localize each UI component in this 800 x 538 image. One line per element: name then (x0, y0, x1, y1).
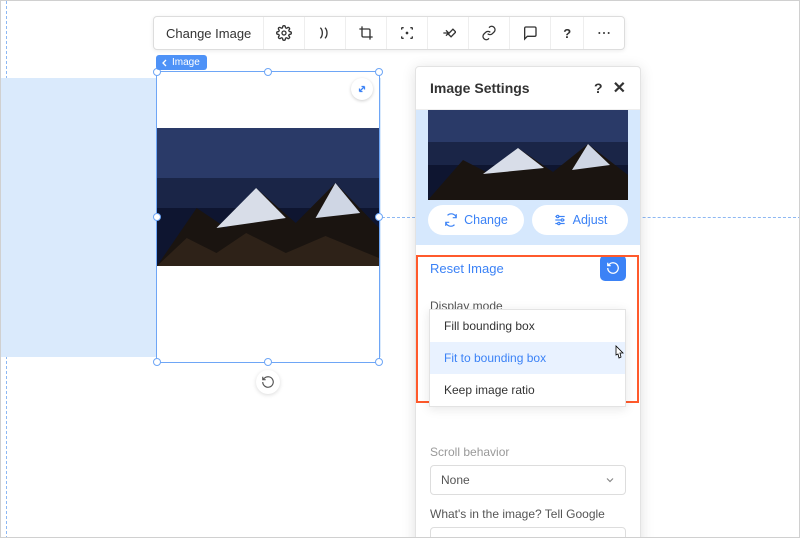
scroll-behavior-label: Scroll behavior (430, 445, 626, 459)
more-icon[interactable] (584, 17, 624, 49)
scroll-behavior-section: Scroll behavior None (416, 445, 640, 499)
chevron-down-icon (605, 475, 615, 485)
settings-icon[interactable] (264, 17, 305, 49)
adjust-button[interactable]: Adjust (532, 205, 628, 235)
alt-text-section: What's in the image? Tell Google (416, 499, 640, 538)
reset-image-link[interactable]: Reset Image (430, 261, 504, 276)
resize-handle[interactable] (153, 358, 161, 366)
image-content (157, 128, 379, 266)
image-toolbar: Change Image ? (153, 16, 625, 50)
link-icon[interactable] (469, 17, 510, 49)
option-fit-to-bounding-box[interactable]: Fit to bounding box (430, 342, 625, 374)
image-preview (416, 110, 640, 200)
resize-handle[interactable] (375, 213, 383, 221)
image-settings-panel: Image Settings ? ✕ Change Adjust Reset I… (415, 66, 641, 538)
display-mode-dropdown: Fill bounding box Fit to bounding box Ke… (429, 309, 626, 407)
close-icon[interactable]: ✕ (613, 78, 626, 98)
change-image-button[interactable]: Change Image (154, 17, 264, 49)
tag-label: Image (172, 57, 200, 68)
reset-button[interactable] (600, 255, 626, 281)
panel-help-icon[interactable]: ? (594, 80, 603, 96)
change-image-label: Change Image (166, 26, 251, 41)
change-label: Change (464, 213, 508, 227)
panel-title: Image Settings (430, 80, 530, 96)
expand-icon[interactable] (351, 78, 373, 100)
resize-handle[interactable] (264, 68, 272, 76)
scroll-behavior-select[interactable]: None (430, 465, 626, 495)
preview-actions: Change Adjust (416, 200, 640, 245)
resize-handle[interactable] (153, 213, 161, 221)
option-keep-image-ratio[interactable]: Keep image ratio (430, 374, 625, 406)
help-icon[interactable]: ? (551, 17, 584, 49)
undo-button[interactable] (256, 370, 280, 394)
chevron-left-icon (161, 59, 169, 67)
crop-icon[interactable] (346, 17, 387, 49)
resize-handle[interactable] (375, 358, 383, 366)
animation-icon[interactable] (428, 17, 469, 49)
pointer-cursor-icon (611, 345, 627, 363)
image-element[interactable] (156, 71, 380, 363)
option-fill-bounding-box[interactable]: Fill bounding box (430, 310, 625, 342)
adjust-label: Adjust (573, 213, 608, 227)
resize-handle[interactable] (264, 358, 272, 366)
change-button[interactable]: Change (428, 205, 524, 235)
resize-handle[interactable] (375, 68, 383, 76)
scroll-behavior-value: None (441, 473, 470, 487)
reset-row: Reset Image (416, 245, 640, 291)
alt-text-input[interactable] (430, 527, 626, 538)
alt-text-label: What's in the image? Tell Google (430, 507, 626, 521)
panel-header: Image Settings ? ✕ (416, 67, 640, 110)
image-tag[interactable]: Image (156, 55, 207, 70)
filters-icon[interactable] (305, 17, 346, 49)
comment-icon[interactable] (510, 17, 551, 49)
focal-icon[interactable] (387, 17, 428, 49)
